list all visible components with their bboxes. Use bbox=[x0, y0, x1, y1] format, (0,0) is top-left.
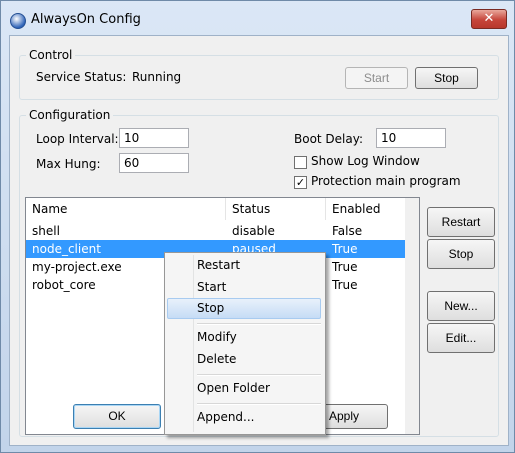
row-name: robot_core bbox=[32, 278, 96, 292]
context-menu: Restart Start Stop Modify Delete Open Fo… bbox=[164, 252, 326, 435]
window-title: AlwaysOn Config bbox=[31, 12, 141, 27]
max-hung-label: Max Hung: bbox=[36, 157, 101, 171]
column-header-name[interactable]: Name bbox=[26, 198, 226, 220]
boot-delay-label: Boot Delay: bbox=[294, 132, 364, 146]
row-name: my-project.exe bbox=[32, 260, 122, 274]
row-status: disable bbox=[232, 224, 275, 238]
menu-separator bbox=[197, 323, 321, 325]
stop-service-button[interactable]: Stop bbox=[415, 67, 478, 89]
app-icon bbox=[10, 13, 26, 29]
menu-item-modify[interactable]: Modify bbox=[167, 327, 321, 348]
restart-button[interactable]: Restart bbox=[427, 207, 495, 237]
row-name: shell bbox=[32, 224, 60, 238]
show-log-label: Show Log Window bbox=[311, 154, 420, 168]
new-button[interactable]: New... bbox=[427, 291, 495, 321]
row-enabled: True bbox=[332, 260, 358, 274]
menu-item-append[interactable]: Append... bbox=[167, 407, 321, 428]
row-name: node_client bbox=[32, 242, 101, 256]
row-enabled: True bbox=[332, 278, 358, 292]
max-hung-input[interactable]: 60 bbox=[119, 153, 189, 173]
protection-checkbox[interactable]: ✓ bbox=[294, 176, 307, 189]
row-enabled: False bbox=[332, 224, 363, 238]
list-scrollbar[interactable] bbox=[405, 198, 419, 434]
close-icon[interactable]: ✕ bbox=[471, 9, 507, 29]
menu-item-stop[interactable]: Stop bbox=[167, 298, 321, 319]
menu-separator bbox=[197, 403, 321, 405]
service-status-value: Running bbox=[132, 70, 182, 84]
loop-interval-label: Loop Interval: bbox=[36, 132, 119, 146]
menu-item-delete[interactable]: Delete bbox=[167, 349, 321, 370]
app-window: AlwaysOn Config ✕ Control Service Status… bbox=[0, 0, 515, 453]
configuration-legend: Configuration bbox=[29, 108, 111, 122]
menu-item-start[interactable]: Start bbox=[167, 277, 321, 298]
menu-item-restart[interactable]: Restart bbox=[167, 255, 321, 276]
list-row[interactable]: shell disable False bbox=[26, 222, 406, 240]
boot-delay-input[interactable]: 10 bbox=[376, 128, 446, 148]
column-header-status[interactable]: Status bbox=[226, 198, 326, 220]
loop-interval-input[interactable]: 10 bbox=[119, 128, 189, 148]
ok-button[interactable]: OK bbox=[73, 404, 161, 429]
edit-button[interactable]: Edit... bbox=[427, 323, 495, 353]
title-bar: AlwaysOn Config ✕ bbox=[1, 1, 514, 35]
menu-item-open-folder[interactable]: Open Folder bbox=[167, 378, 321, 399]
show-log-checkbox[interactable] bbox=[294, 156, 307, 169]
service-status-label: Service Status: bbox=[36, 70, 127, 84]
column-header-enabled[interactable]: Enabled bbox=[326, 198, 406, 220]
row-enabled: True bbox=[332, 242, 358, 256]
menu-separator bbox=[197, 374, 321, 376]
protection-label: Protection main program bbox=[311, 174, 461, 188]
stop-button[interactable]: Stop bbox=[427, 239, 495, 269]
control-legend: Control bbox=[29, 48, 73, 62]
start-service-button[interactable]: Start bbox=[345, 67, 408, 89]
